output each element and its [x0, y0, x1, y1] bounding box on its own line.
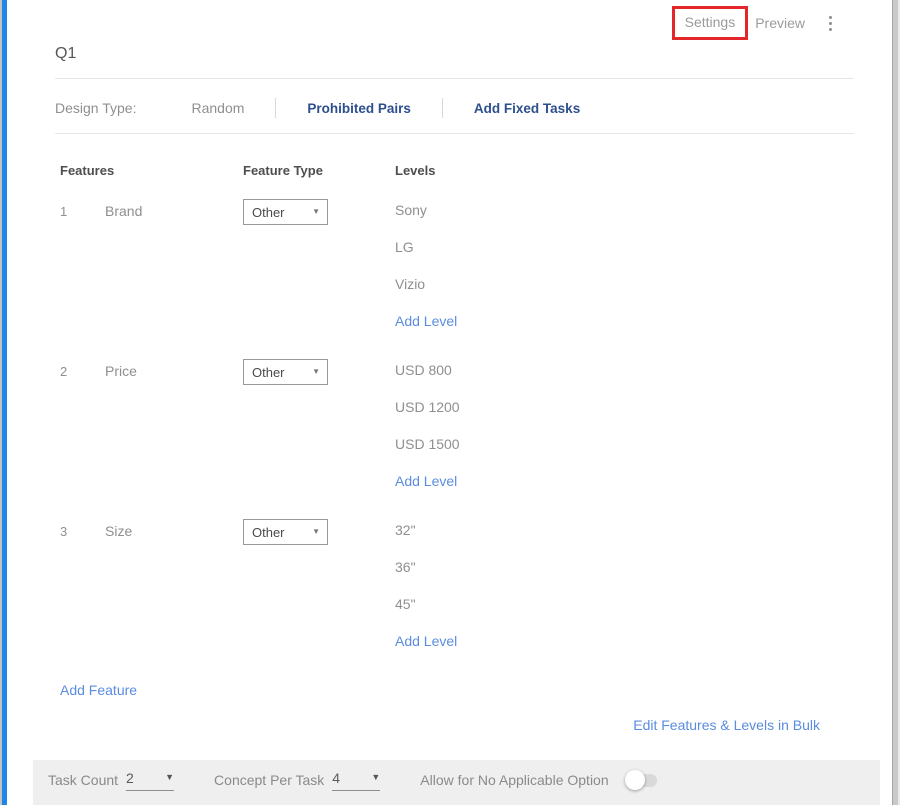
- selected-question-accent-bar: [2, 0, 7, 805]
- feature-type-value: Other: [252, 365, 285, 380]
- level-item[interactable]: 32": [395, 519, 854, 542]
- level-item[interactable]: USD 1200: [395, 396, 854, 419]
- dropdown-arrow-icon: ▼: [165, 773, 174, 782]
- bulk-edit-row: Edit Features & Levels in Bulk: [633, 717, 820, 735]
- divider: [55, 133, 854, 134]
- col-header-feature-type: Feature Type: [243, 163, 395, 178]
- level-item[interactable]: 45": [395, 593, 854, 616]
- levels-list: USD 800 USD 1200 USD 1500 Add Level: [395, 359, 854, 493]
- table-header: Features Feature Type Levels: [60, 163, 854, 178]
- feature-number: 1: [60, 199, 105, 333]
- feature-type-select[interactable]: Other ▼: [243, 519, 328, 545]
- add-level-link[interactable]: Add Level: [395, 310, 854, 333]
- divider: [442, 98, 443, 118]
- design-type-random[interactable]: Random: [191, 100, 244, 116]
- kebab-menu-icon[interactable]: [823, 12, 838, 35]
- settings-button[interactable]: Settings: [685, 14, 736, 30]
- annotation-box-settings: Settings: [672, 6, 749, 40]
- design-type-label: Design Type:: [55, 100, 136, 116]
- concept-per-task-label: Concept Per Task: [214, 772, 324, 788]
- add-level-link[interactable]: Add Level: [395, 630, 854, 653]
- level-item[interactable]: Vizio: [395, 273, 854, 296]
- feature-row-brand: 1 Brand Other ▼ Sony LG Vizio Add Level: [60, 199, 854, 333]
- level-item[interactable]: USD 800: [395, 359, 854, 382]
- concept-per-task-select[interactable]: 4 ▼: [332, 770, 380, 791]
- divider: [275, 98, 276, 118]
- no-applicable-option-toggle[interactable]: [627, 774, 657, 787]
- feature-type-value: Other: [252, 205, 285, 220]
- feature-row-price: 2 Price Other ▼ USD 800 USD 1200 USD 150…: [60, 359, 854, 493]
- feature-name[interactable]: Size: [105, 519, 243, 653]
- dropdown-arrow-icon: ▼: [312, 208, 320, 216]
- add-fixed-tasks-link[interactable]: Add Fixed Tasks: [474, 101, 580, 116]
- levels-list: 32" 36" 45" Add Level: [395, 519, 854, 653]
- level-item[interactable]: USD 1500: [395, 433, 854, 456]
- toggle-knob: [625, 770, 645, 790]
- col-header-levels: Levels: [395, 163, 854, 178]
- feature-name[interactable]: Price: [105, 359, 243, 493]
- feature-type-select[interactable]: Other ▼: [243, 359, 328, 385]
- task-settings-bar: Task Count 2 ▼ Concept Per Task 4 ▼ Allo…: [33, 760, 880, 805]
- feature-row-size: 3 Size Other ▼ 32" 36" 45" Add Level: [60, 519, 854, 653]
- feature-table-body: 1 Brand Other ▼ Sony LG Vizio Add Level …: [60, 199, 854, 702]
- feature-number: 2: [60, 359, 105, 493]
- no-applicable-option-label: Allow for No Applicable Option: [420, 772, 608, 788]
- feature-type-select[interactable]: Other ▼: [243, 199, 328, 225]
- add-feature-link[interactable]: Add Feature: [60, 679, 137, 702]
- task-count-label: Task Count: [48, 772, 118, 788]
- feature-name[interactable]: Brand: [105, 199, 243, 333]
- task-count-select[interactable]: 2 ▼: [126, 770, 174, 791]
- feature-number: 3: [60, 519, 105, 653]
- dropdown-arrow-icon: ▼: [371, 773, 380, 782]
- concept-per-task-value: 4: [332, 770, 340, 786]
- task-count-value: 2: [126, 770, 134, 786]
- dropdown-arrow-icon: ▼: [312, 528, 320, 536]
- level-item[interactable]: 36": [395, 556, 854, 579]
- preview-button[interactable]: Preview: [753, 7, 807, 39]
- col-header-features: Features: [60, 163, 243, 178]
- design-type-row: Design Type: Random Prohibited Pairs Add…: [55, 98, 580, 118]
- question-title: Q1: [55, 45, 76, 63]
- prohibited-pairs-link[interactable]: Prohibited Pairs: [307, 101, 411, 116]
- level-item[interactable]: LG: [395, 236, 854, 259]
- vertical-scrollbar[interactable]: [892, 0, 900, 805]
- divider: [55, 78, 854, 79]
- conjoint-question-editor: Settings Preview Q1 Design Type: Random …: [0, 0, 900, 805]
- topbar: Settings Preview: [672, 6, 838, 40]
- add-level-link[interactable]: Add Level: [395, 470, 854, 493]
- level-item[interactable]: Sony: [395, 199, 854, 222]
- dropdown-arrow-icon: ▼: [312, 368, 320, 376]
- feature-type-value: Other: [252, 525, 285, 540]
- edit-features-levels-bulk-link[interactable]: Edit Features & Levels in Bulk: [633, 717, 820, 733]
- levels-list: Sony LG Vizio Add Level: [395, 199, 854, 333]
